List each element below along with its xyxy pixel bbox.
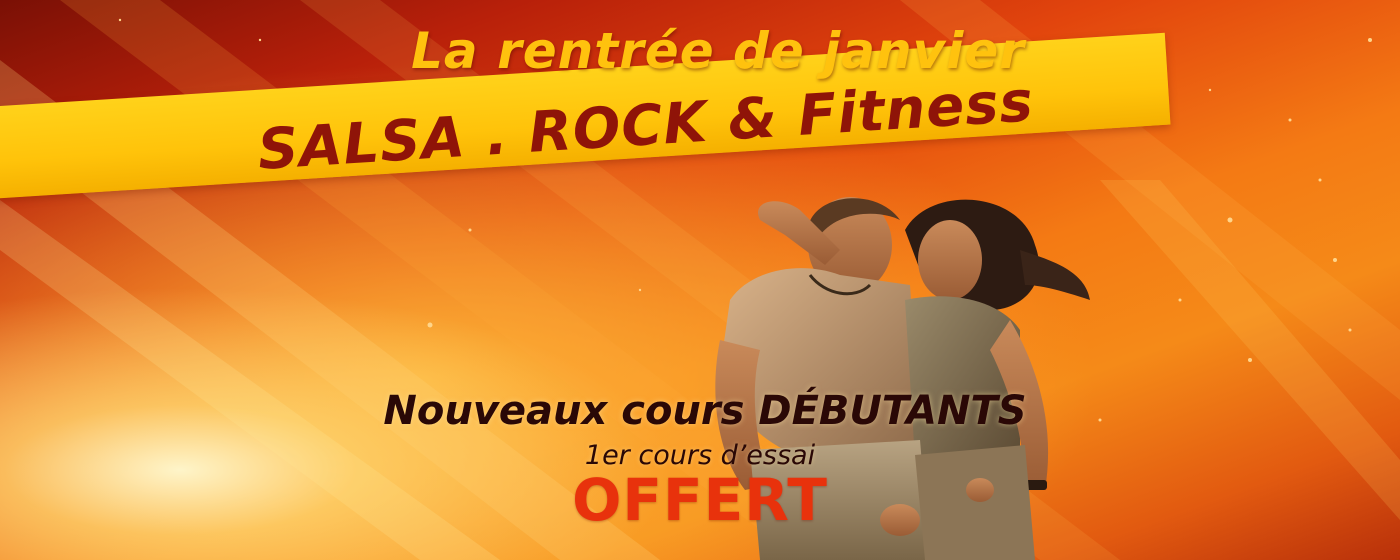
- offer-text: OFFERT: [572, 466, 828, 534]
- beginners-subheadline: Nouveaux cours DÉBUTANTS: [383, 388, 1027, 434]
- promo-banner: La rentrée de janvier SALSA . ROCK & Fit…: [0, 0, 1400, 560]
